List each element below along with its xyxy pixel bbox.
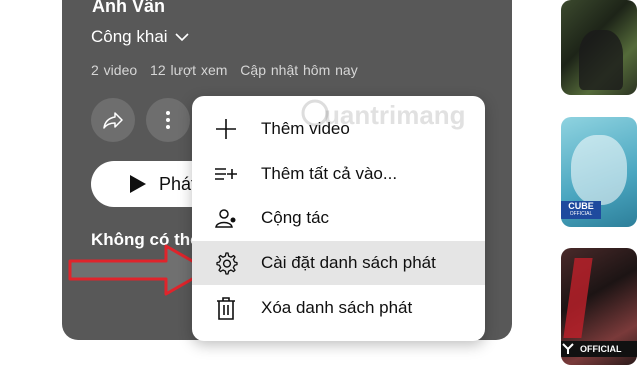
share-icon (103, 112, 123, 129)
cube-badge: CUBE OFFICIAL (561, 201, 601, 219)
visibility-dropdown[interactable]: Công khai (91, 27, 190, 47)
thumbnail-3[interactable]: OFFICIAL (561, 248, 637, 365)
menu-item-label: Xóa danh sách phát (261, 298, 413, 317)
official-badge-text: OFFICIAL (580, 344, 622, 354)
thumbnail-2-figure (571, 135, 627, 205)
yg-official-badge: OFFICIAL (561, 341, 637, 357)
thumbnail-1-figure (579, 30, 623, 90)
menu-item-label: Cài đặt danh sách phát (261, 253, 436, 272)
cube-badge-line1: CUBE (568, 201, 594, 211)
share-button[interactable] (91, 98, 135, 142)
more-options-button[interactable] (146, 98, 190, 142)
cube-badge-line2: OFFICIAL (569, 211, 593, 217)
visibility-label: Công khai (91, 27, 168, 46)
more-vert-icon (166, 111, 170, 129)
thumbnail-1[interactable] (561, 0, 637, 95)
playlist-meta: 2 video 12 lượt xem Cập nhật hôm nay (91, 62, 366, 78)
video-count: 2 video (91, 62, 138, 78)
menu-item-delete-playlist[interactable]: Xóa danh sách phát (192, 286, 485, 330)
updated-text: Cập nhật hôm nay (240, 62, 358, 78)
menu-item-collaborate[interactable]: Cộng tác (192, 196, 485, 240)
thumbnail-2[interactable]: CUBE OFFICIAL (561, 117, 637, 227)
chevron-down-icon (174, 33, 189, 42)
watermark-text: uantrimang (324, 100, 466, 130)
gear-icon (216, 252, 238, 275)
yg-logo-icon (562, 343, 574, 354)
menu-item-add-all[interactable]: Thêm tất cả vào... (192, 152, 485, 196)
play-label: Phát (159, 173, 197, 194)
thumbnail-3-hair (563, 258, 593, 338)
playlist-title: Anh Vân (92, 0, 166, 16)
menu-item-playlist-settings[interactable]: Cài đặt danh sách phát (192, 241, 485, 285)
playlist-add-icon (215, 168, 237, 180)
play-icon (130, 175, 146, 193)
watermark: uantrimang (300, 96, 520, 136)
trash-icon (217, 297, 235, 320)
view-count: 12 lượt xem (150, 62, 228, 78)
menu-item-label: Thêm tất cả vào... (261, 164, 398, 183)
collaborate-icon (215, 209, 236, 228)
plus-icon (216, 119, 236, 139)
menu-item-label: Cộng tác (261, 208, 330, 227)
